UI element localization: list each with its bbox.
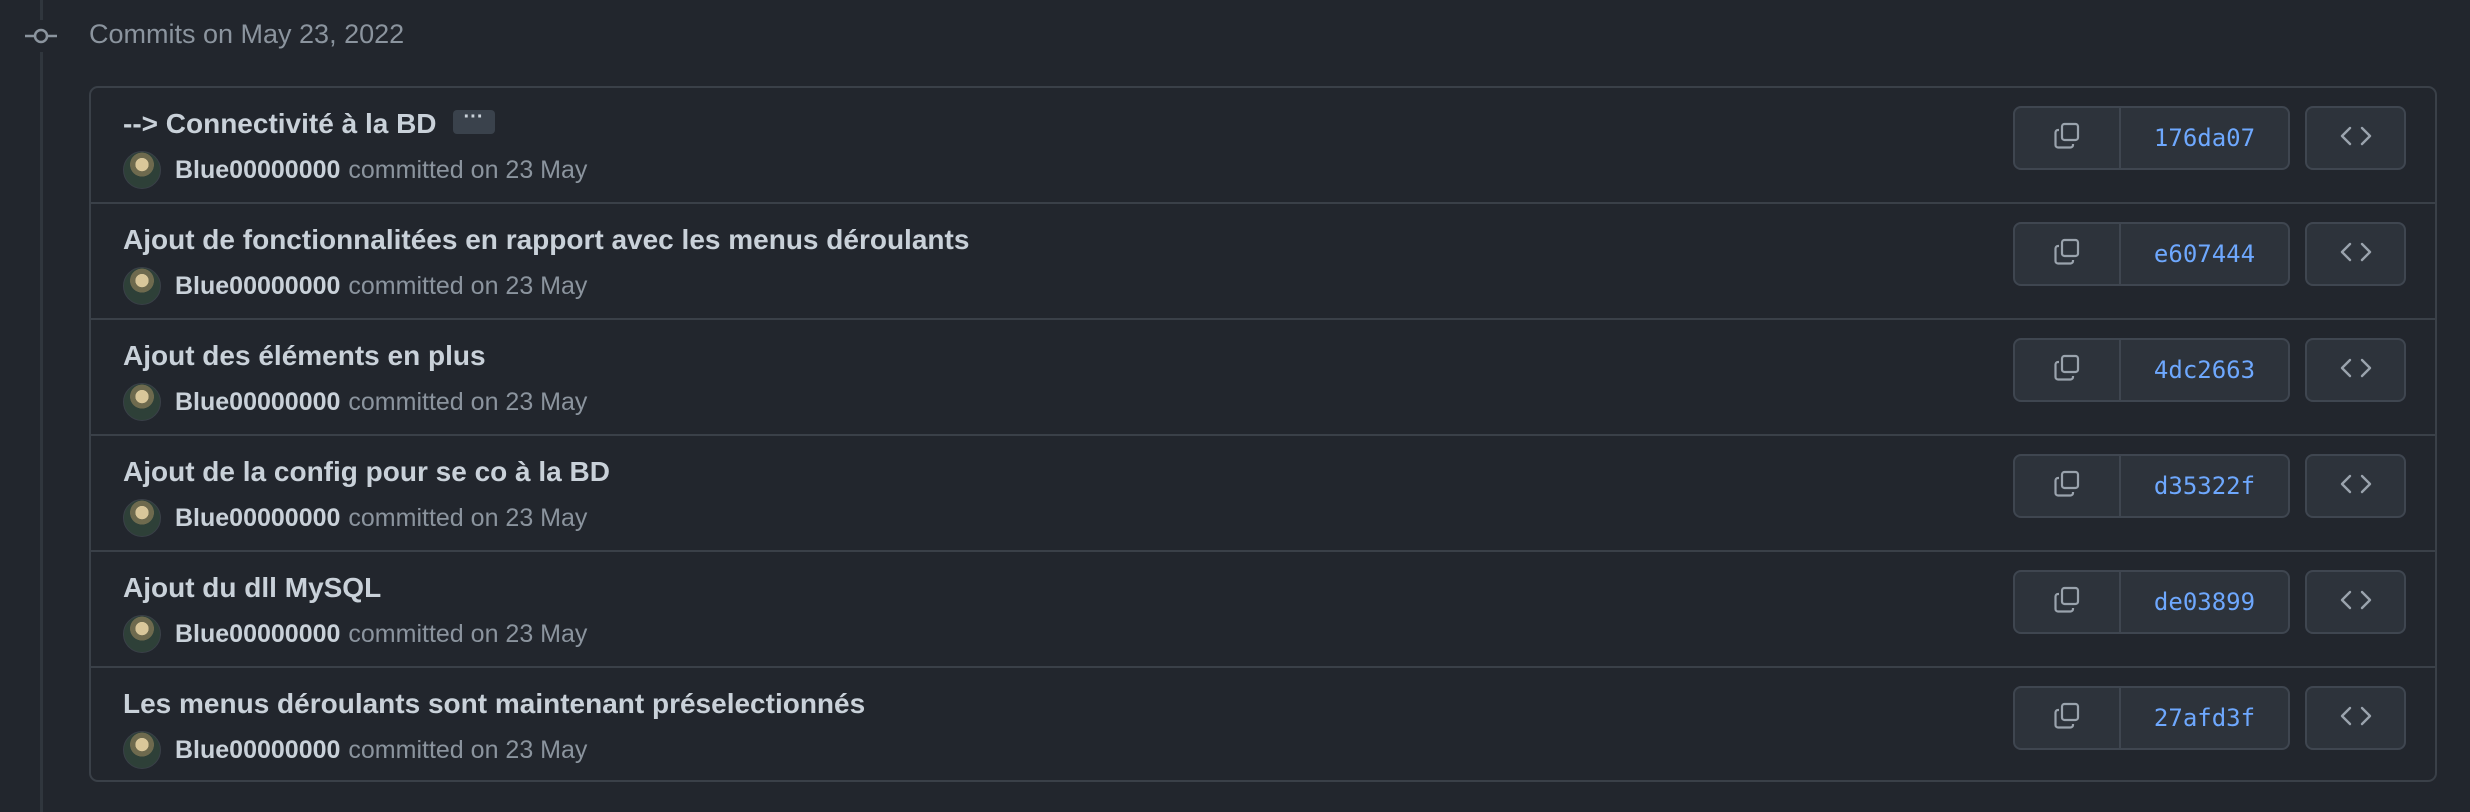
copy-icon [2052,237,2082,272]
browse-repo-button[interactable] [2305,686,2406,750]
code-icon [2339,124,2373,153]
commit-row: Ajout du dll MySQL Blue00000000 committe… [91,552,2435,668]
commit-list: --> Connectivité à la BD ··· Blue00000000… [89,86,2437,782]
commit-row: --> Connectivité à la BD ··· Blue00000000… [91,88,2435,204]
commit-date-text: committed on 23 May [348,387,588,416]
commit-date-text: committed on 23 May [348,271,588,300]
sha-button-group: 176da07 [2013,106,2290,170]
commit-title-container: Ajout de la config pour se co à la BD [123,454,610,490]
commit-group-heading: Commits on May 23, 2022 [89,19,405,49]
code-icon [2339,356,2373,385]
expand-description-button[interactable]: ··· [452,107,495,134]
commit-row: Ajout de la config pour se co à la BD Bl… [91,436,2435,552]
commit-title-container: Ajout du dll MySQL [123,570,381,606]
copy-icon [2052,585,2082,620]
avatar[interactable] [123,267,161,305]
commit-sha-link[interactable]: 27afd3f [2121,688,2288,748]
copy-icon [2052,121,2082,156]
commit-row: Les menus déroulants sont maintenant pré… [91,668,2435,780]
commit-title-container: Ajout de fonctionnalitées en rapport ave… [123,222,969,258]
browse-repo-button[interactable] [2305,570,2406,634]
commit-sha-link[interactable]: d35322f [2121,456,2288,516]
commit-sha-link[interactable]: 176da07 [2121,108,2288,168]
commit-meta: Blue00000000 committed on 23 May [123,150,587,190]
sha-button-group: 27afd3f [2013,686,2290,750]
browse-repo-button[interactable] [2305,222,2406,286]
commit-title-link[interactable]: --> Connectivité à la BD [123,108,437,139]
commit-title-container: Les menus déroulants sont maintenant pré… [123,686,865,722]
author-link[interactable]: Blue00000000 [175,736,340,765]
code-icon [2339,704,2373,733]
commit-title-link[interactable]: Ajout de fonctionnalitées en rapport ave… [123,224,969,255]
commit-date-text: committed on 23 May [348,619,588,648]
author-link[interactable]: Blue00000000 [175,272,340,301]
commit-row: Ajout de fonctionnalitées en rapport ave… [91,204,2435,320]
copy-icon [2052,701,2082,736]
copy-sha-button[interactable] [2015,456,2121,516]
copy-icon [2052,353,2082,388]
author-link[interactable]: Blue00000000 [175,388,340,417]
commit-title-container: --> Connectivité à la BD ··· [123,106,495,142]
avatar[interactable] [123,615,161,653]
code-icon [2339,240,2373,269]
author-link[interactable]: Blue00000000 [175,620,340,649]
commit-date-text: committed on 23 May [348,735,588,764]
commit-sha-link[interactable]: e607444 [2121,224,2288,284]
git-commit-icon [25,20,57,52]
commit-meta: Blue00000000 committed on 23 May [123,498,587,538]
commit-title-link[interactable]: Ajout des éléments en plus [123,340,486,371]
copy-sha-button[interactable] [2015,688,2121,748]
avatar[interactable] [123,383,161,421]
author-link[interactable]: Blue00000000 [175,504,340,533]
commit-title-link[interactable]: Ajout du dll MySQL [123,572,381,603]
sha-button-group: e607444 [2013,222,2290,286]
copy-sha-button[interactable] [2015,224,2121,284]
copy-sha-button[interactable] [2015,108,2121,168]
commit-meta: Blue00000000 committed on 23 May [123,730,587,770]
sha-button-group: 4dc2663 [2013,338,2290,402]
copy-sha-button[interactable] [2015,340,2121,400]
author-link[interactable]: Blue00000000 [175,156,340,185]
timeline-line [40,0,43,812]
code-icon [2339,588,2373,617]
browse-repo-button[interactable] [2305,106,2406,170]
commit-meta: Blue00000000 committed on 23 May [123,266,587,306]
commit-title-link[interactable]: Les menus déroulants sont maintenant pré… [123,688,865,719]
sha-button-group: d35322f [2013,454,2290,518]
avatar[interactable] [123,499,161,537]
commit-title-container: Ajout des éléments en plus [123,338,486,374]
avatar[interactable] [123,731,161,769]
commit-meta: Blue00000000 committed on 23 May [123,382,587,422]
browse-repo-button[interactable] [2305,338,2406,402]
commit-sha-link[interactable]: de03899 [2121,572,2288,632]
copy-sha-button[interactable] [2015,572,2121,632]
commit-row: Ajout des éléments en plus Blue00000000 … [91,320,2435,436]
code-icon [2339,472,2373,501]
sha-button-group: de03899 [2013,570,2290,634]
commit-meta: Blue00000000 committed on 23 May [123,614,587,654]
commit-date-text: committed on 23 May [348,503,588,532]
commit-history-page: Commits on May 23, 2022 --> Connectivité… [0,0,2470,812]
browse-repo-button[interactable] [2305,454,2406,518]
commit-sha-link[interactable]: 4dc2663 [2121,340,2288,400]
commit-date-text: committed on 23 May [348,155,588,184]
commit-title-link[interactable]: Ajout de la config pour se co à la BD [123,456,610,487]
copy-icon [2052,469,2082,504]
avatar[interactable] [123,151,161,189]
